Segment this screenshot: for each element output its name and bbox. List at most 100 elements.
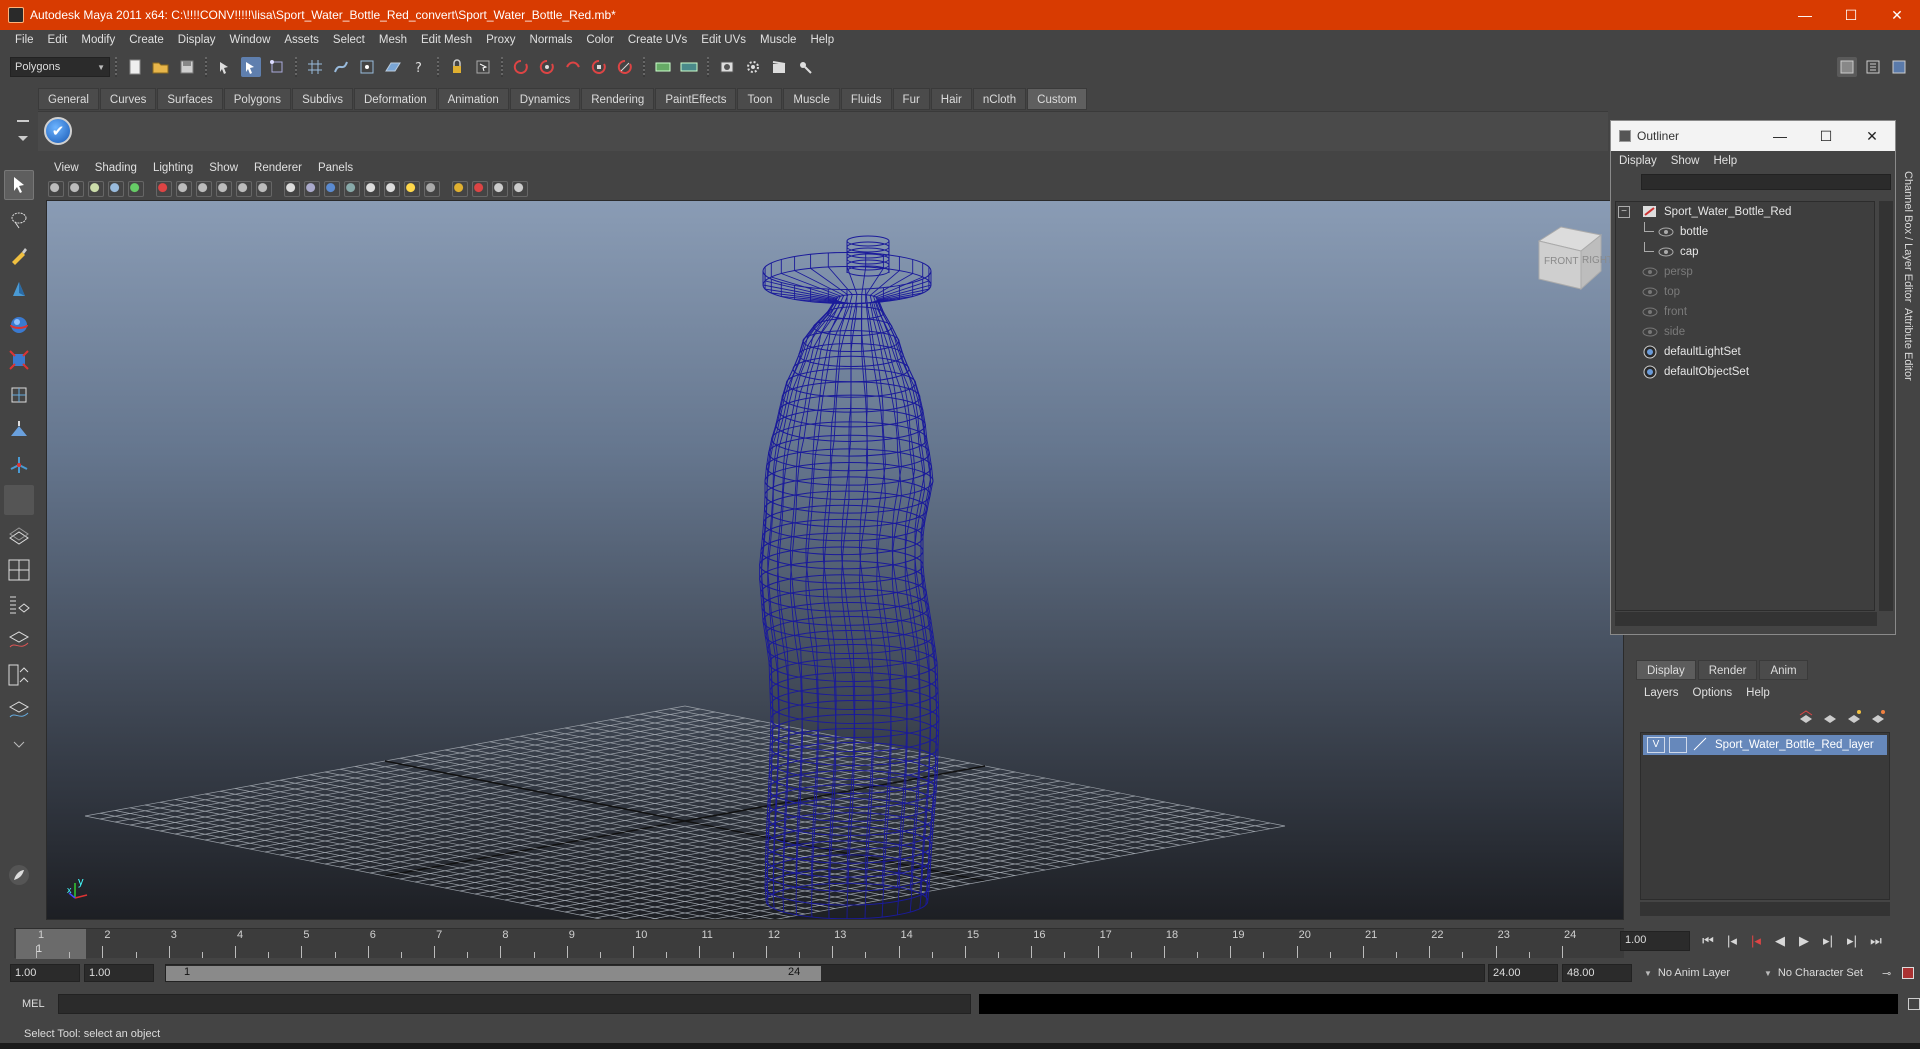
new-scene-icon[interactable] [125,57,145,77]
snapshot-icon[interactable] [717,57,737,77]
layer-menu-help[interactable]: Help [1746,687,1770,699]
resolution-gate-icon[interactable] [196,181,212,197]
menu-assets[interactable]: Assets [277,34,326,46]
create-layer-from-selected-icon[interactable] [1870,709,1886,723]
script-editor-icon[interactable] [1908,998,1920,1010]
scale-tool-icon[interactable] [4,345,34,375]
snap-grid-icon[interactable] [305,57,325,77]
safe-action-icon[interactable] [256,181,272,197]
show-manipulator-icon[interactable] [4,450,34,480]
save-scene-icon[interactable] [177,57,197,77]
default-lighting-icon[interactable] [384,181,400,197]
menu-normals[interactable]: Normals [523,34,580,46]
gear-icon[interactable] [743,57,763,77]
menu-mesh[interactable]: Mesh [372,34,414,46]
snap-point-icon[interactable] [357,57,377,77]
rotate-tool-icon[interactable] [4,310,34,340]
layer-row[interactable]: V Sport_Water_Bottle_Red_layer [1643,735,1887,755]
shelf-tab-painteffects[interactable]: PaintEffects [655,88,737,110]
snap-curve-icon[interactable] [331,57,351,77]
expand-toolbox-icon[interactable] [4,730,34,760]
bookmark-icon[interactable] [68,181,84,197]
menu-select[interactable]: Select [326,34,372,46]
play-backwards-icon[interactable]: ◀ [1768,933,1792,949]
lasso-tool-icon[interactable] [4,205,34,235]
outliner-item-defaultobjectset[interactable]: defaultObjectSet [1616,362,1874,382]
outliner-menu-display[interactable]: Display [1619,155,1665,167]
menu-set-dropdown[interactable]: Polygons ▼ [10,57,110,77]
shelf-tab-deformation[interactable]: Deformation [353,88,437,110]
step-forward-key-icon[interactable]: ▸| [1840,933,1864,949]
create-empty-layer-icon[interactable] [1846,709,1862,723]
go-to-end-icon[interactable]: ⏭ [1864,933,1888,949]
panel-menu-show[interactable]: Show [201,162,246,174]
transform-fields-icon[interactable] [679,57,699,77]
shelf-tab-fur[interactable]: Fur [892,88,930,110]
camera-attributes-icon[interactable] [48,181,64,197]
close-button[interactable]: ✕ [1874,0,1920,30]
lock-icon[interactable] [447,57,467,77]
layer-visibility-toggle[interactable]: V [1647,737,1665,753]
step-back-key-icon[interactable]: |◂ [1720,933,1744,949]
menu-create[interactable]: Create [122,34,171,46]
menu-help[interactable]: Help [803,34,841,46]
shelf-tab-general[interactable]: General [38,88,99,110]
xray-components-icon[interactable] [512,181,528,197]
quick-layout-icon[interactable] [4,860,34,890]
hypershade-layout-icon[interactable] [4,660,34,690]
move-layer-down-icon[interactable] [1822,709,1838,723]
menu-muscle[interactable]: Muscle [753,34,803,46]
grease-pencil-icon[interactable] [128,181,144,197]
layer-horizontal-scrollbar[interactable] [1640,902,1890,916]
menu-edit-uvs[interactable]: Edit UVs [694,34,753,46]
persp-script-layout-icon[interactable] [4,695,34,725]
panel-menu-view[interactable]: View [46,162,87,174]
tool-settings-icon[interactable] [795,57,815,77]
panel-menu-renderer[interactable]: Renderer [246,162,310,174]
shadows-icon[interactable] [404,181,420,197]
menu-color[interactable]: Color [579,34,620,46]
gate-mask-icon[interactable] [216,181,232,197]
panel-menu-shading[interactable]: Shading [87,162,145,174]
layer-menu-layers[interactable]: Layers [1644,687,1679,699]
persp-outliner-layout-icon[interactable] [4,590,34,620]
perspective-viewport[interactable]: FRONT RIGHT x y [46,200,1624,920]
menu-window[interactable]: Window [222,34,277,46]
outliner-item-defaultlightset[interactable]: defaultLightSet [1616,342,1874,362]
outliner-menu-help[interactable]: Help [1714,155,1746,167]
end-time-field[interactable]: 48.00 [1562,964,1632,982]
shelf-tab-ncloth[interactable]: nCloth [972,88,1027,110]
outliner-item-side[interactable]: side [1616,322,1874,342]
shelf-tab-toon[interactable]: Toon [737,88,783,110]
high-quality-icon[interactable] [424,181,440,197]
input-line-icon[interactable] [653,57,673,77]
outliner-close-button[interactable]: ✕ [1849,128,1895,145]
open-scene-icon[interactable] [151,57,171,77]
step-forward-frame-icon[interactable]: ▸| [1816,933,1840,949]
outliner-maximize-button[interactable]: ☐ [1803,128,1849,145]
shelf-tab-animation[interactable]: Animation [437,88,509,110]
go-to-start-icon[interactable]: ⏮ [1696,933,1720,949]
last-tool-icon[interactable] [4,485,34,515]
smooth-shade-icon[interactable] [324,181,340,197]
layout-channel-icon[interactable] [1889,57,1909,77]
playback-start-field[interactable]: 1.00 [84,964,154,982]
shelf-tab-dynamics[interactable]: Dynamics [509,88,581,110]
outliner-minimize-button[interactable]: — [1757,128,1803,144]
safe-title-icon[interactable] [284,181,300,197]
isolate-select-icon[interactable] [452,181,468,197]
soft-mod-icon[interactable] [4,415,34,445]
shelf-tab-subdivs[interactable]: Subdivs [292,88,353,110]
mel-label[interactable]: MEL [0,998,56,1010]
layer-tab-render[interactable]: Render [1697,660,1758,680]
clapper-icon[interactable] [769,57,789,77]
2d-pan-zoom-icon[interactable] [108,181,124,197]
step-back-frame-icon[interactable]: |◂ [1744,933,1768,949]
snap-surface-icon[interactable] [383,57,403,77]
menu-edit[interactable]: Edit [41,34,75,46]
shelf-tab-rendering[interactable]: Rendering [581,88,655,110]
play-forwards-icon[interactable]: ▶ [1792,933,1816,949]
select-by-name-icon[interactable] [473,57,493,77]
scene-canvas[interactable]: FRONT RIGHT xy [47,201,1624,920]
layout-single-icon[interactable] [1837,57,1857,77]
